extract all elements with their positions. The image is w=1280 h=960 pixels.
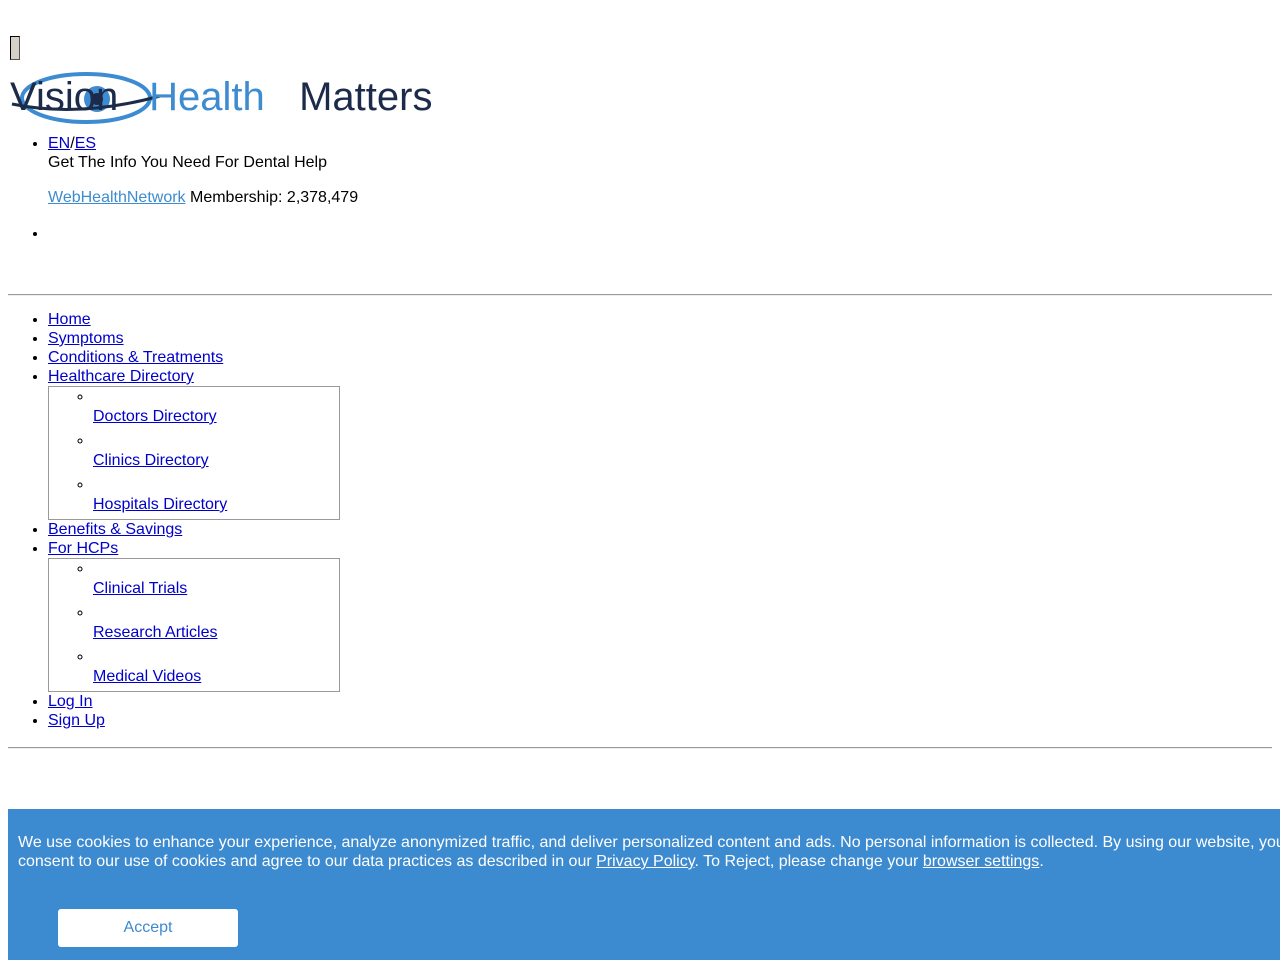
nav-item-for-hcps: For HCPs Clinical Trials Research Articl… bbox=[48, 539, 448, 692]
nav-item-home: Home bbox=[48, 310, 448, 329]
membership-count: Membership: 2,378,479 bbox=[185, 189, 359, 206]
nav-item-benefits: Benefits & Savings bbox=[48, 520, 448, 539]
main-navigation: Home Symptoms Conditions & Treatments He… bbox=[8, 310, 448, 730]
nav-item-log-in: Log In bbox=[48, 692, 448, 711]
nav-home-link[interactable]: Home bbox=[48, 311, 91, 328]
clinics-directory-link[interactable]: Clinics Directory bbox=[93, 451, 209, 470]
submenu-item-hospitals: Hospitals Directory bbox=[93, 475, 339, 519]
nav-item-healthcare-directory: Healthcare Directory Doctors Directory C… bbox=[48, 367, 448, 520]
nav-healthcare-directory-link[interactable]: Healthcare Directory bbox=[48, 368, 194, 385]
for-hcps-submenu: Clinical Trials Research Articles Medica… bbox=[48, 558, 340, 692]
logo-text-vision: Vision bbox=[10, 75, 118, 119]
language-switcher: EN/ES Get The Info You Need For Dental H… bbox=[48, 135, 358, 207]
nav-symptoms-link[interactable]: Symptoms bbox=[48, 330, 124, 347]
nav-item-sign-up: Sign Up bbox=[48, 711, 448, 730]
lang-es-link[interactable]: ES bbox=[75, 135, 96, 152]
privacy-policy-link[interactable]: Privacy Policy bbox=[596, 853, 694, 870]
lang-en-link[interactable]: EN bbox=[48, 135, 70, 152]
webhealthnetwork-link[interactable]: WebHealthNetwork bbox=[48, 189, 186, 206]
cookie-text-middle: . To Reject, please change your bbox=[694, 853, 923, 870]
logo-text-health: Health bbox=[138, 75, 265, 119]
submenu-item-clinics: Clinics Directory bbox=[93, 431, 339, 475]
healthcare-directory-submenu: Doctors Directory Clinics Directory Hosp… bbox=[48, 386, 340, 520]
nav-item-conditions: Conditions & Treatments bbox=[48, 348, 448, 367]
sign-up-link[interactable]: Sign Up bbox=[48, 712, 105, 729]
nav-divider bbox=[8, 747, 1272, 749]
site-logo[interactable]: Vision Health Matters bbox=[10, 68, 456, 128]
accept-cookies-button[interactable]: Accept bbox=[58, 909, 238, 947]
logo-text-matters: Matters bbox=[288, 75, 432, 119]
menu-toggle-button[interactable] bbox=[10, 36, 20, 60]
eye-logo-icon: Vision Health Matters bbox=[10, 72, 432, 124]
cookie-consent-banner: We use cookies to enhance your experienc… bbox=[8, 809, 1280, 960]
submenu-item-research-articles: Research Articles bbox=[93, 603, 339, 647]
submenu-item-doctors: Doctors Directory bbox=[93, 387, 339, 431]
research-articles-link[interactable]: Research Articles bbox=[93, 623, 218, 642]
medical-videos-link[interactable]: Medical Videos bbox=[93, 667, 201, 686]
browser-settings-link[interactable]: browser settings bbox=[923, 853, 1040, 870]
nav-item-symptoms: Symptoms bbox=[48, 329, 448, 348]
submenu-item-clinical-trials: Clinical Trials bbox=[93, 559, 339, 603]
nav-benefits-link[interactable]: Benefits & Savings bbox=[48, 521, 182, 538]
empty-list-item bbox=[48, 225, 358, 243]
header-info-list: EN/ES Get The Info You Need For Dental H… bbox=[8, 135, 358, 243]
doctors-directory-link[interactable]: Doctors Directory bbox=[93, 407, 217, 426]
nav-conditions-link[interactable]: Conditions & Treatments bbox=[48, 349, 223, 366]
hospitals-directory-link[interactable]: Hospitals Directory bbox=[93, 495, 227, 514]
log-in-link[interactable]: Log In bbox=[48, 693, 92, 710]
submenu-item-medical-videos: Medical Videos bbox=[93, 647, 339, 691]
nav-for-hcps-link[interactable]: For HCPs bbox=[48, 540, 118, 557]
cookie-message: We use cookies to enhance your experienc… bbox=[18, 833, 1280, 871]
header-divider bbox=[8, 294, 1272, 296]
membership-line: WebHealthNetwork Membership: 2,378,479 bbox=[48, 188, 358, 207]
cookie-text-end: . bbox=[1039, 853, 1044, 870]
site-tagline: Get The Info You Need For Dental Help bbox=[48, 154, 327, 171]
clinical-trials-link[interactable]: Clinical Trials bbox=[93, 579, 187, 598]
